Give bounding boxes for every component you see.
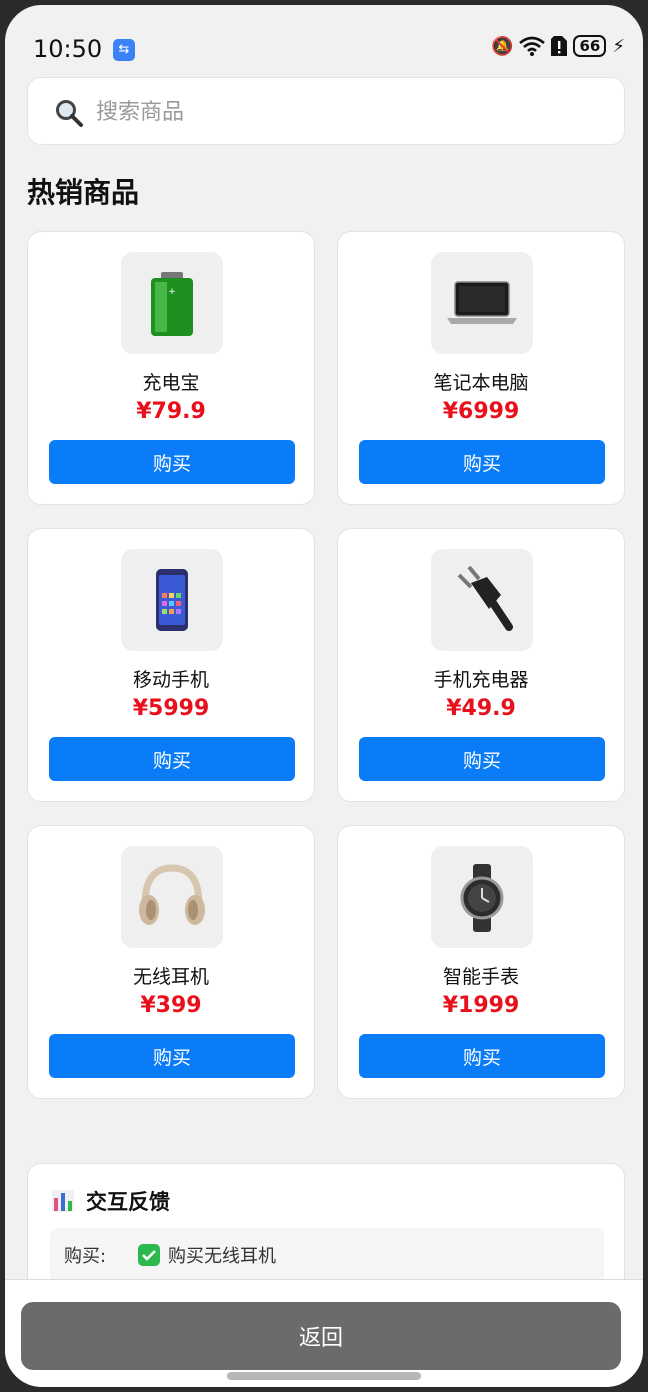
bar-chart-icon	[52, 1190, 74, 1212]
product-card: 智能手表 ¥1999 购买	[337, 825, 625, 1099]
product-card: 无线耳机 ¥399 购买	[27, 825, 315, 1099]
product-name: 无线耳机	[132, 966, 209, 988]
phone-screen: 10:50 ⇆ 🔕 66 ⚡ 热销商品	[0, 0, 648, 1392]
wifi-icon	[519, 36, 546, 56]
buy-button[interactable]: 购买	[49, 737, 295, 781]
product-price: ¥6999	[442, 399, 520, 424]
product-image	[431, 252, 533, 354]
phone-icon	[156, 569, 188, 631]
search-icon	[56, 100, 83, 127]
status-icons: 🔕 66 ⚡	[491, 35, 625, 57]
product-image	[431, 549, 533, 651]
feedback-title: 交互反馈	[86, 1190, 170, 1214]
product-name: 智能手表	[442, 966, 519, 988]
usb-icon: ⇆	[113, 39, 135, 61]
charger-icon	[457, 565, 513, 631]
product-name: 手机充电器	[433, 669, 529, 691]
feedback-label: 购买:	[64, 1246, 107, 1267]
mute-icon: 🔕	[491, 35, 514, 57]
svg-text:+: +	[168, 287, 176, 297]
check-icon	[138, 1244, 160, 1266]
product-name: 笔记本电脑	[433, 372, 529, 394]
product-image	[121, 846, 223, 948]
product-price: ¥1999	[442, 993, 520, 1018]
feedback-message: 购买无线耳机	[168, 1246, 276, 1267]
product-name: 移动手机	[132, 669, 209, 691]
laptop-icon	[447, 281, 517, 324]
buy-button[interactable]: 购买	[359, 737, 605, 781]
product-price: ¥79.9	[136, 399, 206, 424]
buy-button[interactable]: 购买	[359, 440, 605, 484]
product-card: 笔记本电脑 ¥6999 购买	[337, 231, 625, 505]
product-image	[121, 549, 223, 651]
power-bank-icon: +	[151, 272, 193, 336]
product-price: ¥5999	[132, 696, 210, 721]
battery-icon: 66	[573, 35, 607, 57]
buy-button[interactable]: 购买	[359, 1034, 605, 1078]
product-name: 充电宝	[142, 372, 200, 394]
charging-icon: ⚡	[612, 35, 625, 57]
product-price: ¥399	[140, 993, 202, 1018]
back-button[interactable]: 返回	[21, 1302, 621, 1370]
sim-alert-icon	[551, 36, 568, 56]
product-image: +	[121, 252, 223, 354]
section-title: 热销商品	[27, 176, 140, 209]
search-input[interactable]	[96, 92, 596, 132]
product-card: 移动手机 ¥5999 购买	[27, 528, 315, 802]
buy-button[interactable]: 购买	[49, 1034, 295, 1078]
product-card: + 充电宝 ¥79.9 购买	[27, 231, 315, 505]
bottom-bar: 返回	[5, 1279, 643, 1387]
buy-button[interactable]: 购买	[49, 440, 295, 484]
headphones-icon	[139, 864, 205, 925]
smartwatch-icon	[460, 864, 504, 932]
product-image	[431, 846, 533, 948]
search-bar[interactable]	[27, 77, 625, 145]
home-indicator[interactable]	[227, 1372, 421, 1380]
status-time: 10:50	[33, 35, 103, 63]
status-bar: 10:50 ⇆ 🔕 66 ⚡	[5, 5, 643, 75]
product-card: 手机充电器 ¥49.9 购买	[337, 528, 625, 802]
product-price: ¥49.9	[446, 696, 516, 721]
